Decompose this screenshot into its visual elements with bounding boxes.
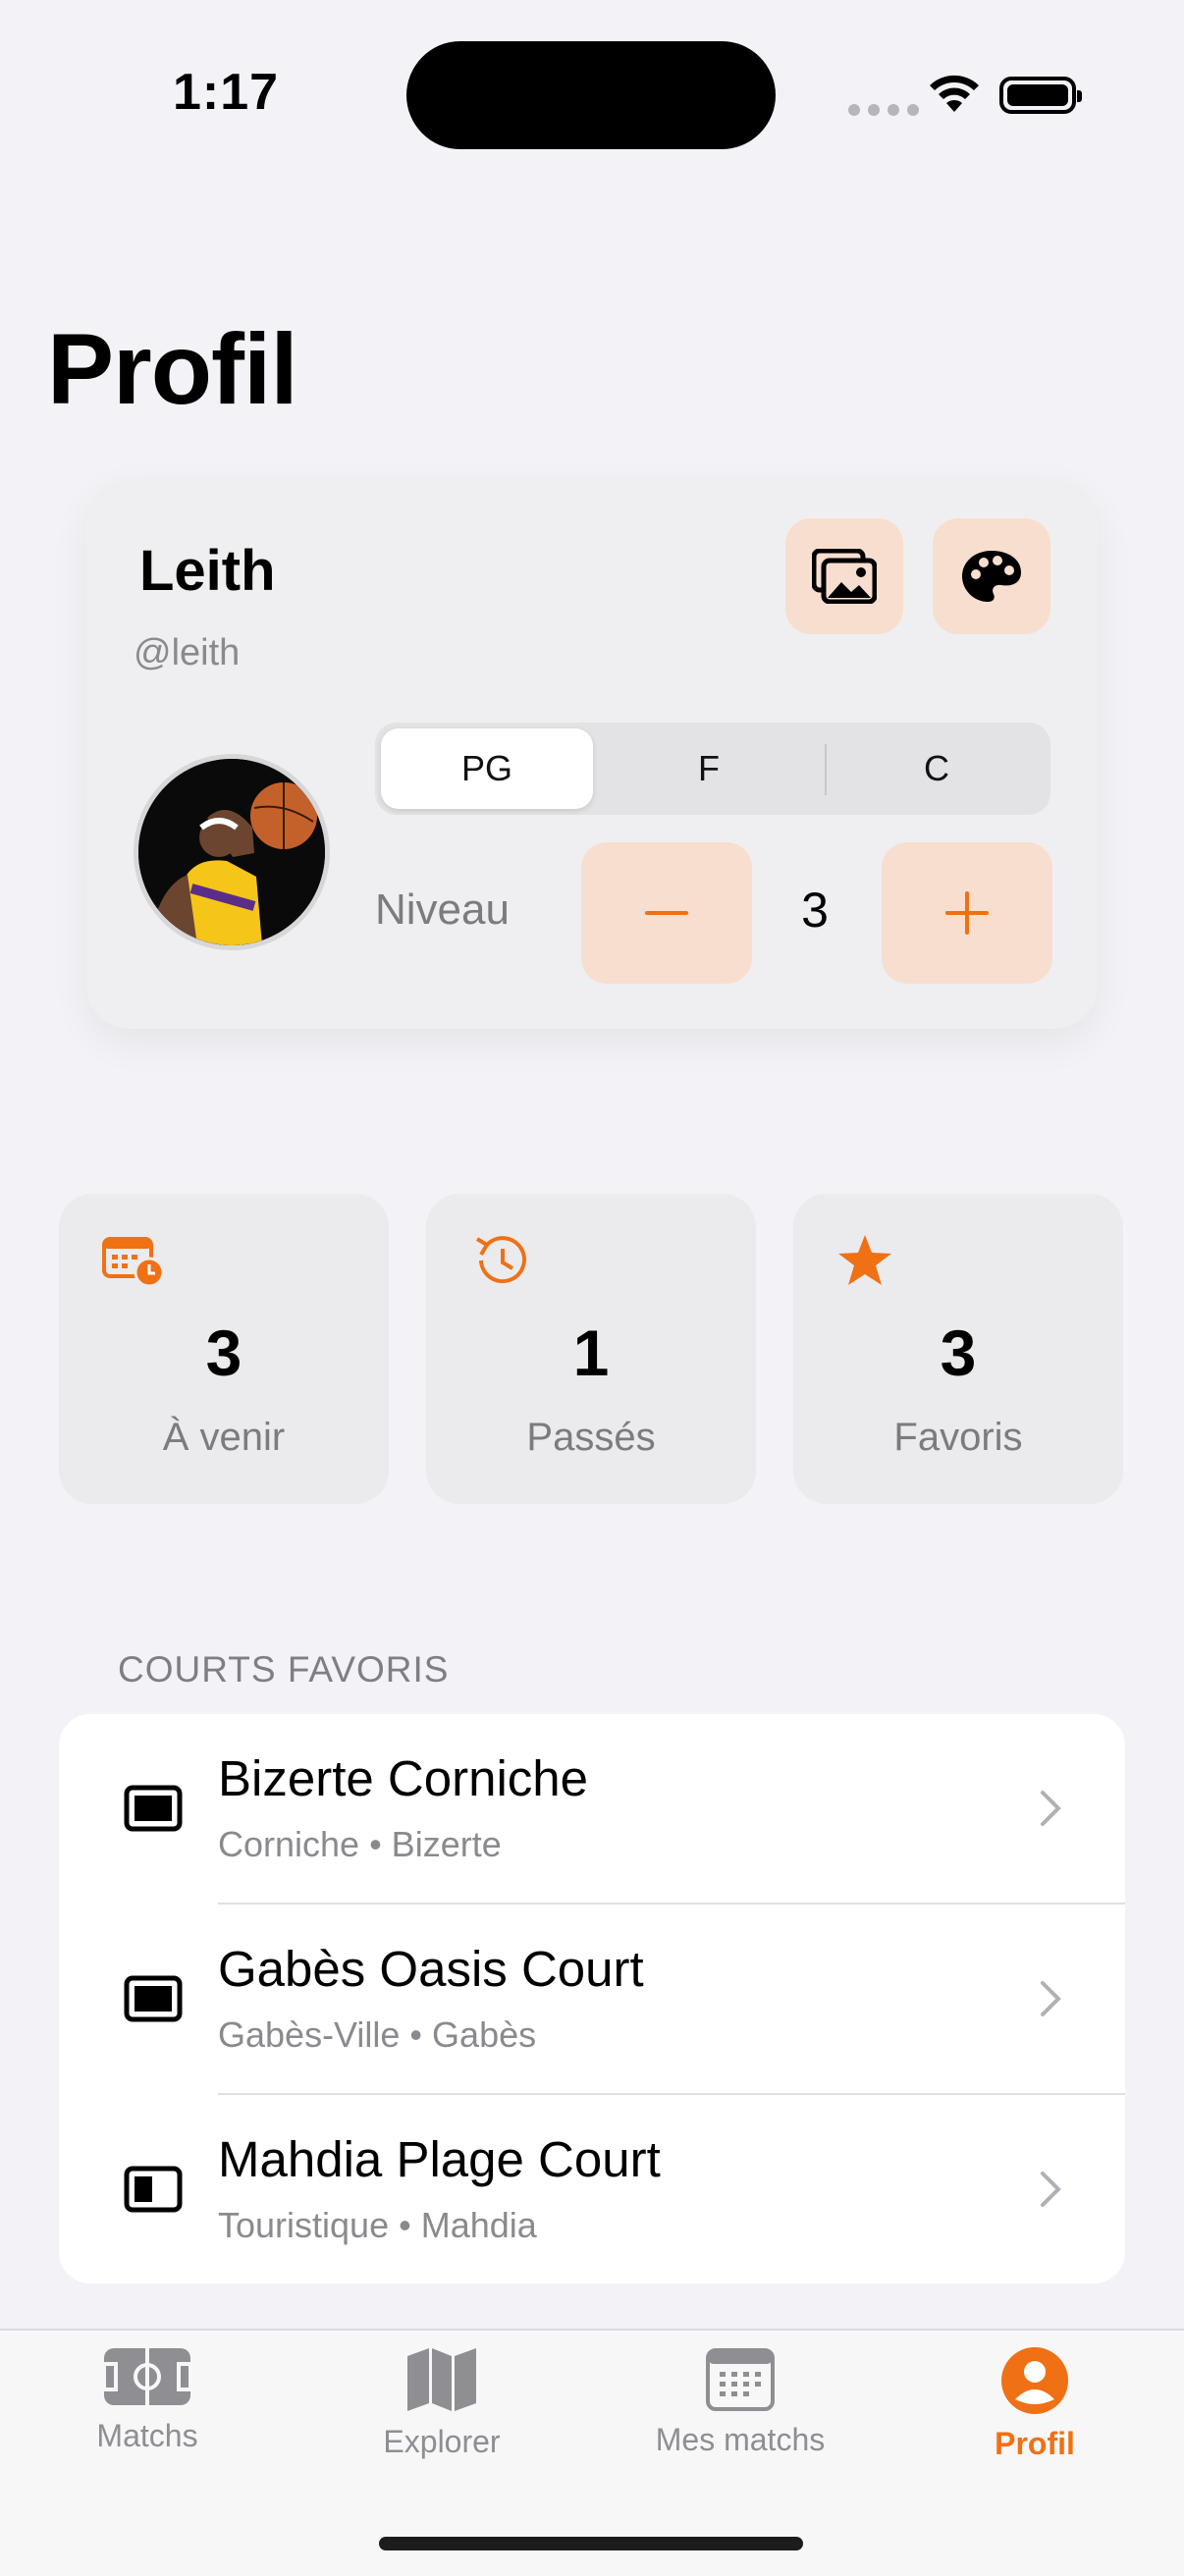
wifi-icon	[930, 75, 979, 112]
stat-label: Favoris	[893, 1416, 1023, 1459]
stat-value: 1	[572, 1316, 610, 1389]
tab-profil[interactable]: Profil	[917, 2346, 1153, 2462]
court-icon	[102, 2348, 192, 2405]
list-item[interactable]: Mahdia Plage Court Touristique • Mahdia	[59, 2095, 1125, 2283]
minus-icon	[645, 911, 688, 915]
tab-label: Profil	[995, 2426, 1075, 2461]
home-indicator[interactable]	[379, 2537, 803, 2550]
plus-icon	[945, 891, 989, 935]
chevron-right-icon	[1041, 2172, 1061, 2207]
avatar[interactable]	[134, 754, 330, 950]
court-title: Gabès Oasis Court	[218, 1941, 644, 1997]
stat-card-favorites[interactable]: 3 Favoris	[793, 1194, 1123, 1504]
status-time: 1:17	[173, 64, 280, 121]
stat-label: À venir	[162, 1416, 286, 1459]
court-full-icon	[124, 1785, 183, 1832]
niveau-decrement-button[interactable]	[581, 842, 752, 984]
stat-card-upcoming[interactable]: 3 À venir	[59, 1194, 389, 1504]
calendar-clock-icon	[102, 1237, 165, 1288]
court-title: Mahdia Plage Court	[218, 2131, 661, 2187]
favorites-list: Bizerte Corniche Corniche • Bizerte Gabè…	[59, 1714, 1125, 2283]
signal-dots-icon	[848, 104, 919, 116]
tab-mes-matchs[interactable]: Mes matchs	[622, 2346, 858, 2458]
page-title: Profil	[47, 313, 298, 425]
court-subtitle: Touristique • Mahdia	[218, 2205, 537, 2245]
tab-label: Mes matchs	[655, 2422, 826, 2457]
change-theme-button[interactable]	[933, 518, 1050, 634]
history-icon	[475, 1236, 526, 1284]
list-item[interactable]: Bizerte Corniche Corniche • Bizerte	[59, 1714, 1125, 1905]
avatar-image	[138, 759, 325, 945]
tab-label: Matchs	[96, 2418, 198, 2453]
tab-explorer[interactable]: Explorer	[324, 2346, 560, 2460]
calendar-icon	[706, 2348, 775, 2411]
person-icon	[1001, 2347, 1068, 2414]
profile-name: Leith	[139, 539, 276, 603]
chevron-right-icon	[1041, 1981, 1061, 2016]
tab-matchs[interactable]: Matchs	[29, 2346, 265, 2454]
palette-icon	[962, 551, 1021, 602]
court-full-icon	[124, 1975, 183, 2022]
list-item[interactable]: Gabès Oasis Court Gabès-Ville • Gabès	[59, 1905, 1125, 2095]
change-photo-button[interactable]	[785, 518, 903, 634]
niveau-value: 3	[801, 883, 829, 938]
position-option-pg[interactable]: PG	[381, 728, 593, 809]
stat-value: 3	[940, 1316, 977, 1389]
photo-gallery-icon	[812, 549, 877, 604]
position-segmented-control[interactable]: PG F C	[375, 723, 1050, 815]
chevron-right-icon	[1041, 1791, 1061, 1826]
segment-divider	[825, 744, 827, 795]
niveau-increment-button[interactable]	[882, 842, 1052, 984]
battery-icon	[999, 77, 1082, 114]
position-option-c[interactable]: C	[831, 728, 1043, 809]
profile-handle: @leith	[134, 632, 241, 673]
tab-label: Explorer	[383, 2424, 501, 2459]
court-subtitle: Corniche • Bizerte	[218, 1824, 502, 1864]
stat-card-past[interactable]: 1 Passés	[426, 1194, 756, 1504]
map-icon	[407, 2348, 476, 2411]
court-title: Bizerte Corniche	[218, 1750, 588, 1806]
stat-value: 3	[205, 1316, 242, 1389]
star-icon	[838, 1235, 891, 1285]
niveau-label: Niveau	[375, 886, 510, 934]
court-half-icon	[124, 2166, 183, 2213]
section-header-favorites: COURTS FAVORIS	[118, 1649, 450, 1690]
dynamic-island	[406, 41, 776, 149]
stat-label: Passés	[526, 1416, 656, 1459]
position-option-f[interactable]: F	[603, 728, 815, 809]
court-subtitle: Gabès-Ville • Gabès	[218, 2014, 537, 2055]
